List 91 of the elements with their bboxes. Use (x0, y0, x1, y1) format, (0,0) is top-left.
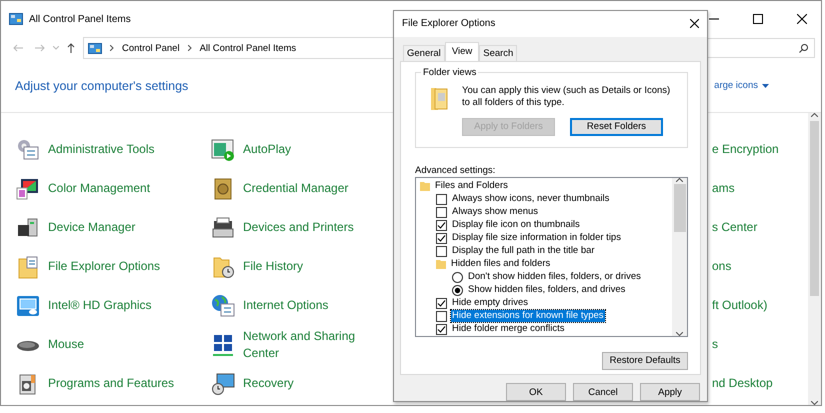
button[interactable]: OK (506, 383, 566, 401)
setting-label[interactable]: Don't show hidden files, folders, or drives (467, 271, 642, 284)
restore-defaults-button[interactable]: Restore Defaults (602, 352, 688, 370)
control-panel-link[interactable]: Recovery (243, 375, 294, 392)
control-panel-link[interactable]: ons (712, 258, 732, 275)
control-panel-link[interactable]: Color Management (48, 180, 150, 197)
checkbox[interactable] (436, 246, 447, 257)
group-label: Folder views (421, 66, 478, 78)
close-icon[interactable] (797, 14, 807, 24)
control-panel-icon (88, 42, 102, 54)
checkbox[interactable] (436, 194, 447, 205)
control-panel-link[interactable]: Mouse (48, 336, 84, 353)
network-icon[interactable] (211, 332, 235, 356)
scroll-up-icon[interactable] (811, 113, 818, 117)
search-icon (799, 44, 808, 52)
color-monitor-icon[interactable] (16, 176, 40, 200)
chevron-icon (188, 45, 192, 51)
up-arrow-icon[interactable] (67, 43, 75, 53)
breadcrumb[interactable]: All Control Panel Items (200, 42, 296, 54)
dialog-title: File Explorer Options (402, 18, 496, 30)
setting-label[interactable]: Show hidden files, folders, and drives (467, 284, 626, 296)
control-panel-link[interactable]: Device Manager (48, 219, 136, 236)
folder-icon (436, 259, 446, 270)
scroll-down-icon[interactable] (811, 401, 818, 405)
close-icon[interactable] (690, 19, 699, 28)
play-screen-icon[interactable] (211, 138, 235, 162)
setting-label[interactable]: Hide empty drives (451, 297, 530, 310)
button[interactable]: Apply (640, 383, 700, 401)
scroll-down-icon[interactable] (676, 332, 683, 336)
checkbox[interactable] (436, 298, 447, 309)
view-by-link[interactable]: arge icons (714, 80, 758, 91)
control-panel-link[interactable]: s (712, 336, 718, 353)
folder-icon[interactable] (16, 254, 40, 278)
control-panel-link[interactable]: Intel® HD Graphics (48, 297, 152, 314)
checkbox[interactable] (436, 220, 447, 231)
setting-label[interactable]: Hidden files and folders (450, 258, 552, 270)
chevron-icon (110, 45, 114, 51)
button[interactable]: Cancel (573, 383, 633, 401)
breadcrumb[interactable]: Control Panel (122, 42, 180, 54)
graphics-tile-icon[interactable] (16, 294, 40, 318)
control-panel-link[interactable]: ft Outlook) (712, 297, 768, 314)
control-panel-link[interactable]: Internet Options (243, 297, 328, 314)
setting-label[interactable]: Hide extensions for known file types (451, 310, 605, 322)
computer-icon[interactable] (16, 216, 40, 240)
folder-icon (420, 181, 430, 192)
control-panel-link[interactable]: Credential Manager (243, 180, 348, 197)
folder-clock-icon[interactable] (211, 254, 235, 278)
scrollbar-thumb[interactable] (674, 184, 686, 232)
printer-icon[interactable] (211, 216, 235, 240)
radio-button[interactable] (452, 284, 463, 296)
setting-label[interactable]: Files and Folders (434, 180, 509, 192)
section-label: Advanced settings: (415, 164, 496, 176)
setting-label[interactable]: Display the full path in the title bar (451, 245, 596, 258)
control-panel-link[interactable]: e Encryption (712, 141, 779, 158)
tab[interactable]: General (403, 44, 445, 61)
checkbox[interactable] (436, 232, 447, 244)
setting-label[interactable]: Always show menus (451, 206, 540, 218)
scrollbar-thumb[interactable] (810, 121, 819, 296)
monitor-clock-icon[interactable] (211, 372, 235, 396)
maximize-icon[interactable] (753, 14, 763, 24)
control-panel-link[interactable]: Network and Sharing Center (243, 328, 373, 362)
setting-label[interactable]: Display file size information in folder tips (451, 232, 622, 244)
control-panel-link[interactable]: Administrative Tools (48, 141, 154, 158)
control-panel-link[interactable]: AutoPlay (243, 141, 292, 158)
globe-icon[interactable] (211, 294, 235, 318)
description-text: You can apply this view (such as Details or Icons) to all folders of this type. (462, 84, 672, 109)
gear-list-icon[interactable] (16, 138, 40, 162)
setting-label[interactable]: Display file icon on thumbnails (451, 219, 581, 232)
page-heading: Adjust your computer's settings (15, 78, 188, 92)
tab[interactable]: Search (479, 44, 518, 61)
setting-label[interactable]: Hide folder merge conflicts (451, 323, 566, 336)
dropdown-caret-icon[interactable] (762, 84, 769, 88)
setting-label[interactable]: Always show icons, never thumbnails (451, 193, 610, 206)
control-panel-icon (9, 13, 23, 25)
scrollbar[interactable] (672, 178, 687, 336)
checkbox[interactable] (436, 206, 447, 218)
control-panel-link[interactable]: nd Desktop (712, 375, 773, 392)
control-panel-link[interactable]: Programs and Features (48, 375, 174, 392)
checkbox[interactable] (436, 310, 447, 322)
control-panel-link[interactable]: Devices and Printers (243, 219, 354, 236)
control-panel-link[interactable]: ams (712, 180, 735, 197)
window-title: All Control Panel Items (29, 14, 131, 24)
radio-button[interactable] (452, 272, 463, 283)
scroll-up-icon[interactable] (676, 178, 683, 182)
control-panel-link[interactable]: File Explorer Options (48, 258, 160, 275)
checkbox[interactable] (436, 324, 447, 335)
button[interactable]: Reset Folders (570, 118, 663, 136)
control-panel-link[interactable]: s Center (712, 219, 758, 236)
control-panel-link[interactable]: File History (243, 258, 304, 275)
tab[interactable]: View (444, 42, 480, 61)
scrollbar[interactable] (808, 113, 821, 405)
